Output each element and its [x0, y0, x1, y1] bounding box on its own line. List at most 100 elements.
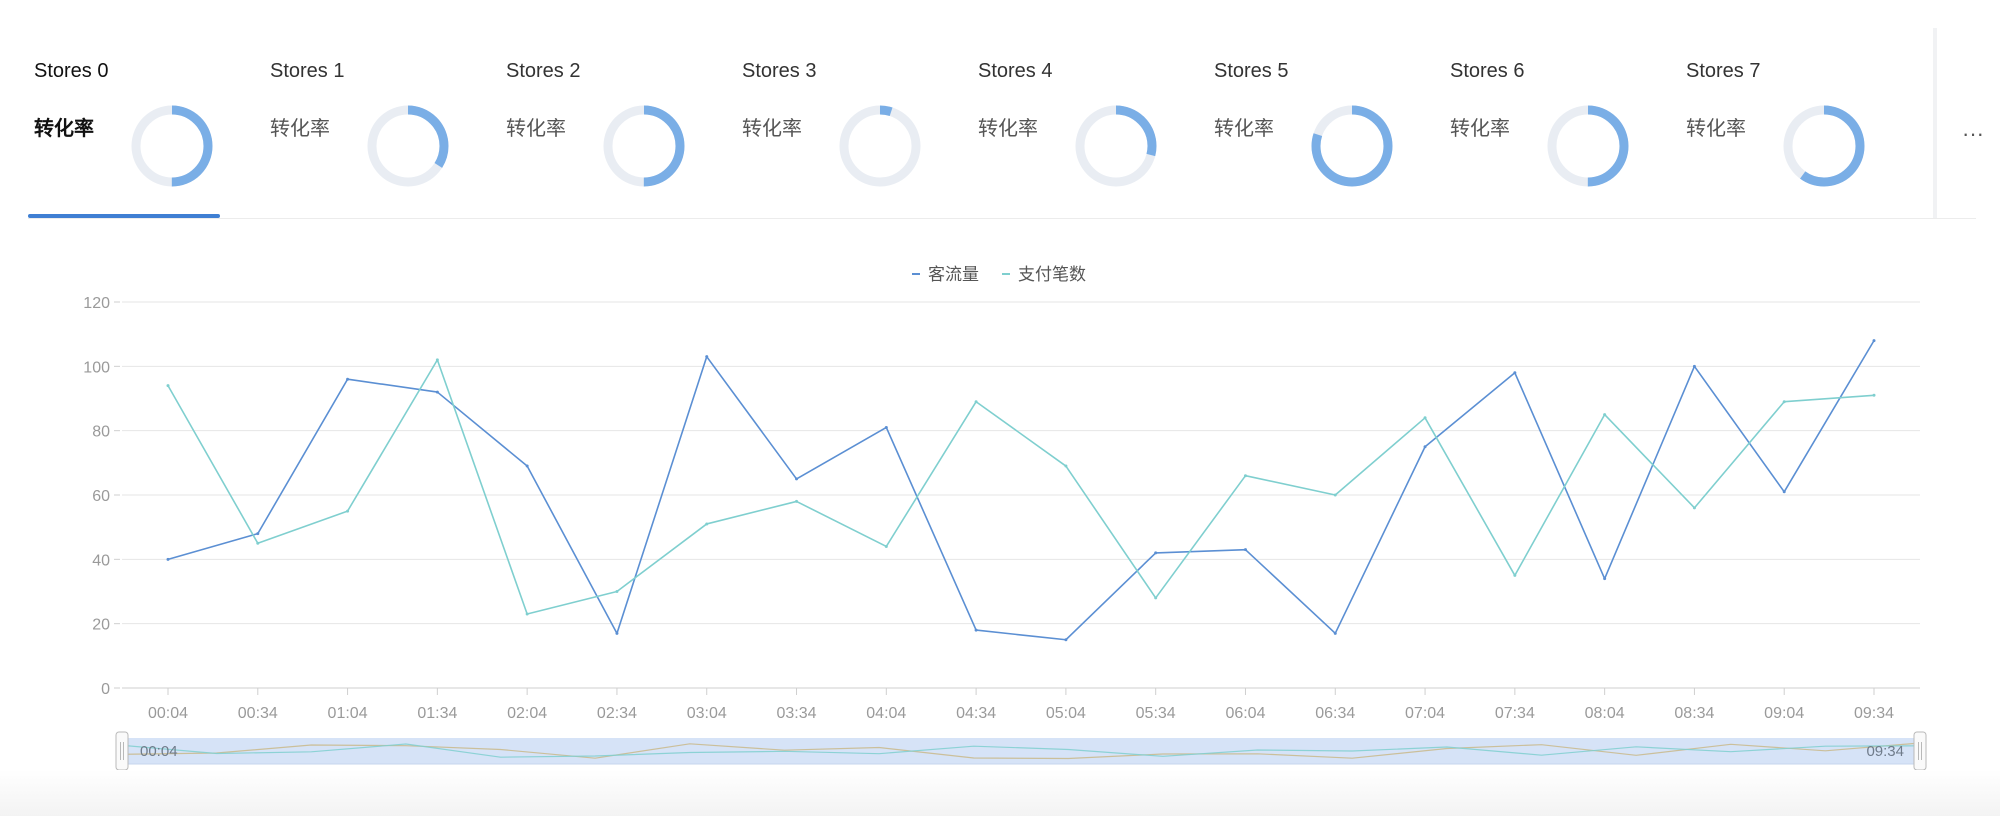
- tab-stores-5[interactable]: Stores 5 转化率: [1208, 28, 1444, 218]
- conversion-rate-ring: [131, 105, 213, 187]
- x-tick-label: 05:04: [1046, 705, 1086, 722]
- zoom-handle-left[interactable]: [115, 731, 129, 770]
- x-tick-label: 00:34: [238, 705, 278, 722]
- legend-item: 支付笔数: [1018, 265, 1086, 284]
- data-point: [1333, 631, 1337, 635]
- data-point: [795, 477, 799, 481]
- tab-stores-0[interactable]: Stores 0 转化率: [28, 28, 264, 218]
- zoom-handle-right[interactable]: [1913, 731, 1927, 770]
- data-point: [615, 631, 619, 635]
- tab-stores-7[interactable]: Stores 7 转化率: [1680, 28, 1916, 218]
- data-point: [346, 509, 350, 513]
- x-tick-label: 09:34: [1854, 705, 1894, 722]
- tab-stores-4[interactable]: Stores 4 转化率: [972, 28, 1208, 218]
- data-point: [166, 557, 170, 561]
- data-point: [1692, 506, 1696, 510]
- data-point: [884, 425, 888, 429]
- conversion-rate-ring: [1075, 105, 1157, 187]
- x-tick-label: 06:04: [1225, 705, 1265, 722]
- data-point: [525, 612, 529, 616]
- data-point: [1064, 464, 1068, 468]
- tab-metric-label: 转化率: [742, 118, 802, 140]
- y-tick-label: 0: [101, 681, 110, 698]
- x-tick-label: 04:34: [956, 705, 996, 722]
- conversion-rate-ring: [367, 105, 449, 187]
- series-line-1: [167, 359, 1875, 615]
- data-point: [256, 532, 260, 536]
- more-tabs-button[interactable]: ···: [1958, 123, 1988, 154]
- tab-metric-label: 转化率: [506, 118, 566, 140]
- ring-track: [839, 105, 921, 187]
- tab-metric-label: 转化率: [270, 118, 330, 140]
- x-tick-label: 04:04: [866, 705, 906, 722]
- tab-store-name: Stores 6: [1450, 60, 1525, 82]
- active-tab-indicator: [28, 214, 220, 218]
- line-chart: 0 20 40 60 80 100 120 00:04 00:34 01:04 01:34 02:04…: [83, 265, 1927, 770]
- x-tick-label: 06:34: [1315, 705, 1355, 722]
- conversion-rate-ring: [603, 105, 685, 187]
- tab-store-name: Stores 2: [506, 60, 581, 82]
- x-tick-label: 01:04: [328, 705, 368, 722]
- y-tick-label: 120: [83, 295, 110, 312]
- tab-stores-3[interactable]: Stores 3 转化率: [736, 28, 972, 218]
- data-point: [1333, 493, 1337, 497]
- data-point: [1692, 364, 1696, 368]
- tab-metric-label: 转化率: [978, 118, 1038, 140]
- data-point: [346, 377, 350, 381]
- tab-store-name: Stores 3: [742, 60, 817, 82]
- conversion-rate-ring: [839, 105, 921, 187]
- x-tick-label: 02:04: [507, 705, 547, 722]
- x-tick-label: 02:34: [597, 705, 637, 722]
- x-tick-label: 07:04: [1405, 705, 1445, 722]
- data-point: [974, 628, 978, 632]
- zoom-start-label: 00:04: [140, 743, 178, 760]
- data-point: [256, 541, 260, 545]
- y-tick-label: 60: [92, 488, 110, 505]
- data-point: [1603, 413, 1607, 417]
- data-point: [1243, 548, 1247, 552]
- series-line-0: [167, 340, 1875, 641]
- tab-stores-2[interactable]: Stores 2 转化率: [500, 28, 736, 218]
- data-point: [884, 544, 888, 548]
- data-point: [1154, 551, 1158, 555]
- tab-stores-1[interactable]: Stores 1 转化率: [264, 28, 500, 218]
- data-point: [1513, 573, 1517, 577]
- tab-store-name: Stores 0: [34, 60, 109, 82]
- data-point: [705, 522, 709, 526]
- data-point: [1603, 577, 1607, 581]
- conversion-rate-ring: [1783, 105, 1865, 187]
- x-tick-label: 07:34: [1495, 705, 1535, 722]
- data-point: [435, 390, 439, 394]
- x-tick-label: 03:34: [777, 705, 817, 722]
- data-point: [705, 355, 709, 359]
- y-tick-label: 100: [83, 359, 110, 376]
- data-point: [1872, 339, 1876, 343]
- tabs-divider: [1933, 28, 1937, 218]
- tab-store-name: Stores 1: [270, 60, 345, 82]
- y-tick-label: 80: [92, 424, 110, 441]
- data-point: [1782, 400, 1786, 404]
- x-tick-label: 03:04: [687, 705, 727, 722]
- tab-metric-label: 转化率: [34, 118, 94, 140]
- tab-stores-6[interactable]: Stores 6 转化率: [1444, 28, 1680, 218]
- y-tick-label: 40: [92, 552, 110, 569]
- data-point: [1513, 371, 1517, 375]
- x-tick-label: 01:34: [417, 705, 457, 722]
- x-tick-label: 05:34: [1136, 705, 1176, 722]
- data-point: [1154, 596, 1158, 600]
- legend-item: 客流量: [928, 265, 979, 284]
- data-point: [1872, 393, 1876, 397]
- data-point: [1243, 474, 1247, 478]
- tab-metric-label: 转化率: [1214, 118, 1274, 140]
- store-tabs: Stores 0 转化率 Stores 1 转化率 Stores 2 转化率 Stores …: [28, 28, 1984, 219]
- data-point: [795, 499, 799, 503]
- tab-store-name: Stores 7: [1686, 60, 1761, 82]
- bottom-fade: [0, 770, 2000, 816]
- x-tick-label: 09:04: [1764, 705, 1804, 722]
- tab-metric-label: 转化率: [1686, 118, 1746, 140]
- data-point: [435, 358, 439, 362]
- conversion-rate-ring: [1547, 105, 1629, 187]
- x-tick-label: 08:04: [1585, 705, 1625, 722]
- data-point: [166, 384, 170, 388]
- data-point: [1423, 445, 1427, 449]
